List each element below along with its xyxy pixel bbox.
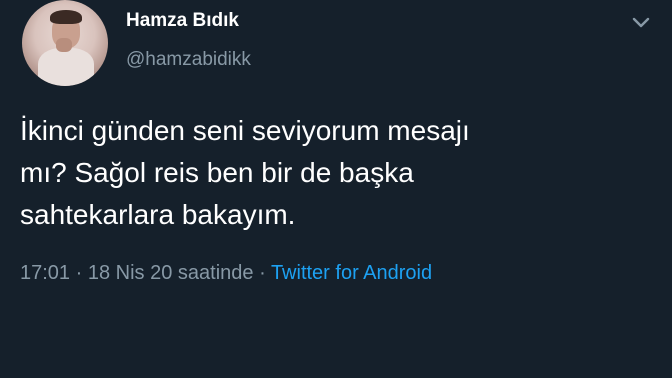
tweet-date[interactable]: 18 Nis 20 saatinde [88,262,254,284]
avatar-hand-shape [56,38,72,52]
meta-separator: · [70,262,88,284]
tweet-card: Hamza Bıdık @hamzabidikk İkinci günden s… [0,0,672,378]
meta-separator: · [253,262,271,284]
avatar-body-shape [38,48,94,86]
tweet-meta: 17:01 · 18 Nis 20 saatinde · Twitter for… [20,262,432,285]
user-handle[interactable]: @hamzabidikk [126,49,251,71]
avatar[interactable] [22,0,108,86]
avatar-hair-shape [50,10,82,24]
tweet-text: İkinci günden seni seviyorum mesajı mı? … [20,115,470,230]
display-name[interactable]: Hamza Bıdık [126,10,239,32]
tweet-time[interactable]: 17:01 [20,262,70,284]
tweet-source-link[interactable]: Twitter for Android [271,262,432,284]
chevron-down-icon[interactable] [630,14,652,30]
